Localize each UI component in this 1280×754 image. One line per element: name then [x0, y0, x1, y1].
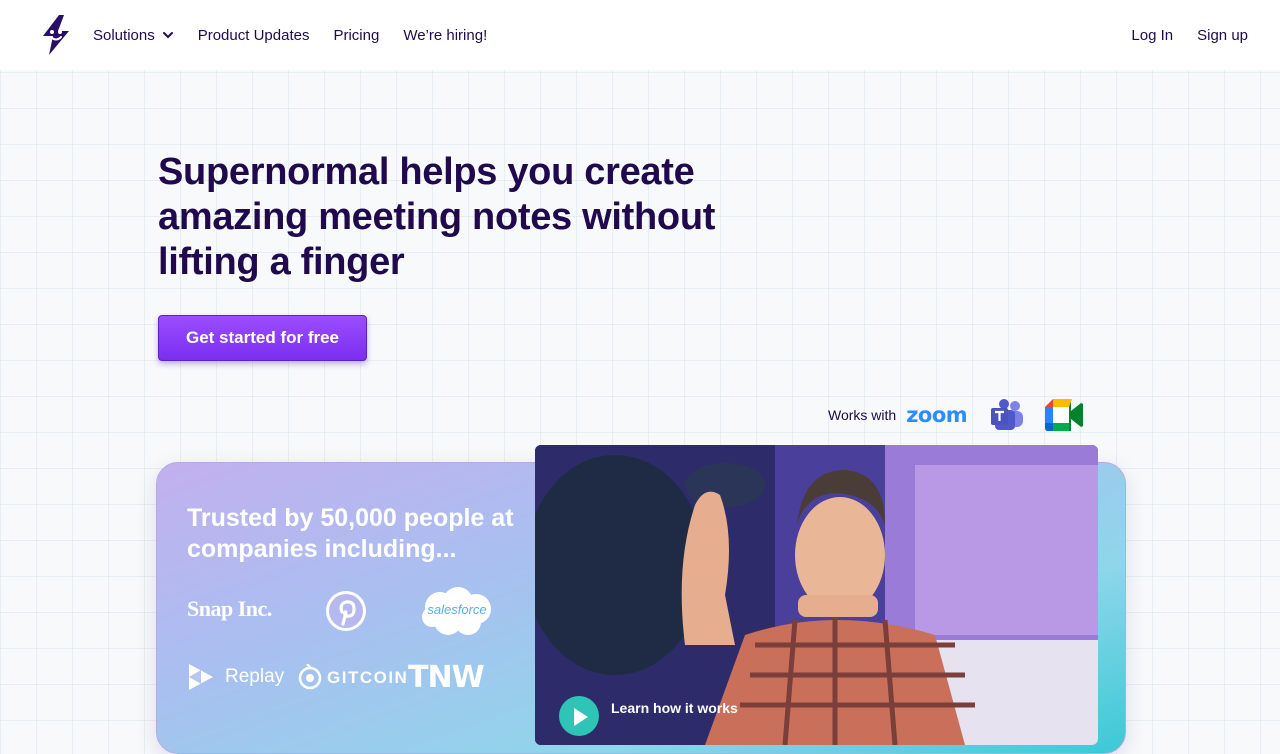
gitcoin-logo: GITCOIN	[297, 664, 408, 692]
salesforce-logo: salesforce	[418, 585, 496, 639]
pinterest-icon	[326, 591, 366, 631]
works-with-row: Works with zoom	[828, 396, 1084, 434]
snap-logo: Snap Inc.	[187, 596, 272, 621]
gitcoin-icon	[298, 664, 322, 690]
google-meet-icon	[1045, 399, 1084, 431]
get-started-button[interactable]: Get started for free	[158, 315, 367, 361]
supernormal-logo-icon[interactable]	[38, 14, 74, 56]
salesforce-text: salesforce	[427, 602, 487, 617]
play-icon	[574, 708, 588, 726]
nav-hiring[interactable]: We’re hiring!	[403, 27, 487, 44]
chevron-down-icon	[162, 32, 173, 39]
top-nav: Solutions Product Updates Pricing We’re …	[0, 0, 1280, 70]
gitcoin-text: GITCOIN	[327, 668, 409, 687]
signup-link[interactable]: Sign up	[1197, 27, 1248, 44]
replay-text: Replay	[225, 666, 285, 687]
trusted-heading: Trusted by 50,000 people at companies in…	[187, 504, 514, 563]
nav-product-updates[interactable]: Product Updates	[198, 27, 310, 44]
works-with-label: Works with	[828, 407, 897, 423]
tnw-logo: TNW	[408, 660, 485, 695]
video-caption: Learn how it works	[611, 700, 738, 716]
nav-solutions-label: Solutions	[93, 26, 155, 44]
replay-icon	[189, 664, 213, 690]
hero-title: Supernormal helps you create amazing mee…	[158, 151, 716, 283]
nav-pricing[interactable]: Pricing	[333, 27, 379, 44]
login-link[interactable]: Log In	[1131, 27, 1173, 44]
microsoft-teams-icon	[991, 399, 1024, 430]
replay-logo: Replay	[187, 662, 284, 692]
zoom-logo: zoom	[906, 403, 968, 427]
nav-solutions[interactable]: Solutions	[93, 27, 174, 44]
